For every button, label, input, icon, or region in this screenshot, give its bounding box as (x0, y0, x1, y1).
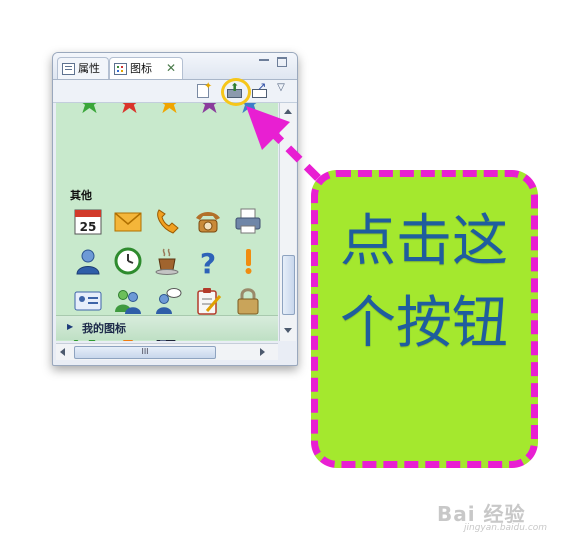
vertical-scrollbar[interactable] (279, 103, 296, 341)
tab-bar: 属性 图标 ✕ (53, 53, 297, 80)
clock-icon[interactable] (113, 246, 143, 276)
users-group-icon[interactable] (113, 286, 143, 316)
padlock-icon[interactable] (233, 286, 263, 316)
star-icon[interactable]: ★ (76, 103, 103, 119)
star-icon[interactable]: ★ (196, 103, 223, 119)
calendar-day: 25 (80, 220, 97, 234)
collapsed-section-label: 我的图标 (82, 322, 126, 335)
scroll-down-icon[interactable] (284, 328, 292, 333)
callout-text: 点击这个按钮 (340, 209, 508, 356)
printer-icon[interactable] (233, 206, 263, 236)
icon-gallery: ★ ★ ★ ★ ★ 其他 25 ? (56, 103, 278, 341)
minimize-icon[interactable] (259, 59, 269, 61)
section-title: 其他 (70, 189, 92, 202)
properties-icon (62, 63, 75, 75)
callout-box: 点击这个按钮 (311, 170, 538, 468)
new-icon-button[interactable]: ✦ (195, 81, 212, 98)
id-card-icon[interactable] (73, 286, 103, 316)
expand-triangle-icon: ▶ (67, 322, 74, 331)
star-icon[interactable]: ★ (116, 103, 143, 119)
tab-icons-label: 图标 (130, 62, 152, 75)
tab-icons[interactable]: 图标 ✕ (109, 57, 183, 79)
import-button[interactable]: ↗ (251, 80, 267, 98)
svg-text:?: ? (200, 247, 216, 276)
scroll-right-icon[interactable] (260, 348, 265, 356)
panel-toolbar: ✦ ⬆ ↗ ▽ (53, 80, 297, 103)
scroll-up-icon[interactable] (284, 109, 292, 114)
icons-view-icon (114, 63, 127, 75)
star-icon[interactable]: ★ (156, 103, 183, 119)
telephone-icon[interactable] (193, 206, 223, 236)
collapsed-section-my-icons[interactable]: ▶ 我的图标 (56, 315, 278, 340)
coffee-cup-icon[interactable] (153, 246, 183, 276)
phone-receiver-icon[interactable] (153, 206, 183, 236)
icons-panel: 属性 图标 ✕ ✦ ⬆ ↗ ▽ ★ ★ ★ ★ ★ 其他 25 ? ▶ 我的图标… (52, 52, 298, 366)
vertical-scroll-thumb[interactable] (282, 255, 295, 315)
calendar-icon[interactable]: 25 (73, 206, 103, 236)
user-icon[interactable] (73, 246, 103, 276)
users-chat-icon[interactable] (153, 286, 183, 316)
exclamation-icon[interactable] (233, 246, 263, 276)
envelope-icon[interactable] (113, 206, 143, 236)
clipboard-icon[interactable] (193, 286, 223, 316)
tab-properties[interactable]: 属性 (57, 57, 109, 79)
close-icon[interactable]: ✕ (166, 58, 176, 79)
tab-properties-label: 属性 (78, 62, 100, 75)
watermark-url: jingyan.baidu.com (464, 523, 548, 533)
maximize-icon[interactable] (277, 57, 287, 67)
horizontal-scroll-thumb[interactable]: III (74, 346, 216, 359)
highlight-circle (221, 78, 251, 106)
view-menu-icon[interactable]: ▽ (275, 82, 287, 94)
question-mark-icon[interactable]: ? (193, 246, 223, 276)
scroll-left-icon[interactable] (60, 348, 65, 356)
horizontal-scrollbar[interactable]: III (56, 343, 278, 360)
